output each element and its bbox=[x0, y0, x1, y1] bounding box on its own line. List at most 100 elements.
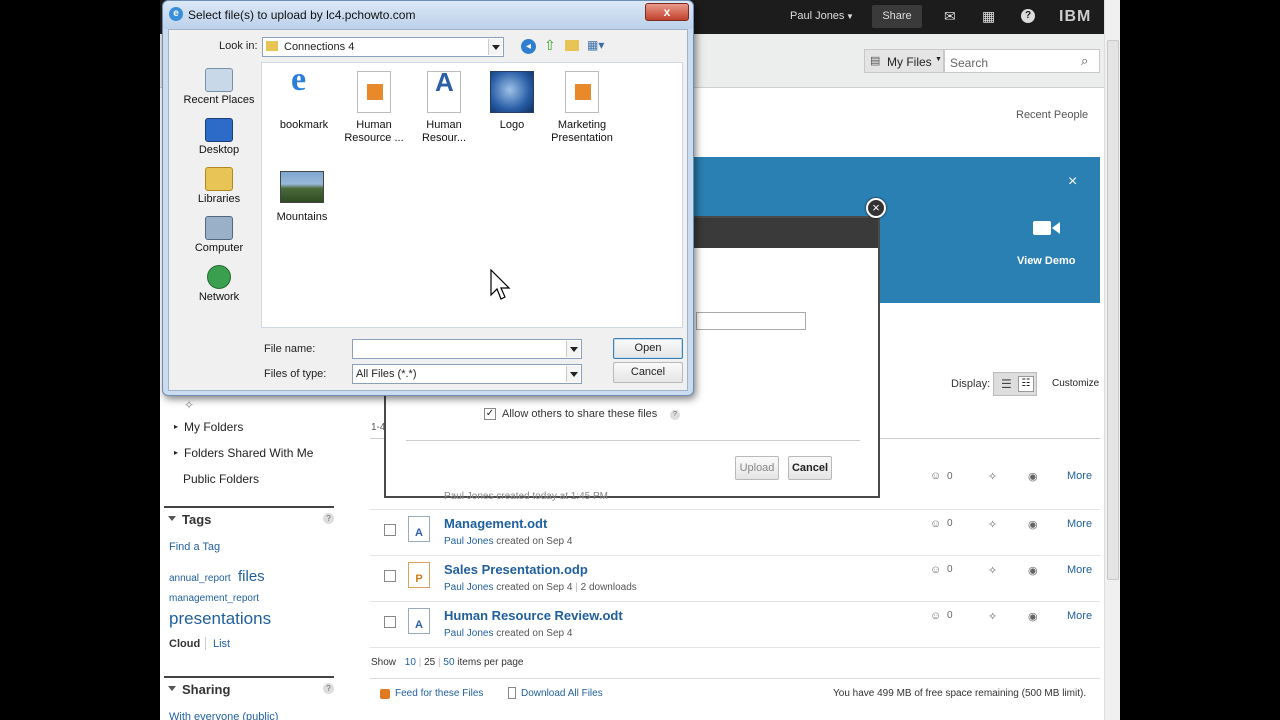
file-name-link[interactable]: Human Resource Review.odt bbox=[444, 608, 623, 623]
upload-button[interactable]: Upload bbox=[735, 456, 779, 480]
tag-link[interactable]: management_report bbox=[169, 593, 259, 604]
pin-icon[interactable]: ✧ bbox=[184, 398, 194, 412]
dialog-title: Select file(s) to upload by lc4.pchowto.… bbox=[188, 8, 416, 22]
author-link[interactable]: Paul Jones bbox=[444, 628, 493, 639]
like-icon[interactable]: ☺ bbox=[930, 518, 941, 530]
my-folders-link[interactable]: My Folders bbox=[184, 420, 243, 434]
like-icon[interactable]: ☺ bbox=[930, 564, 941, 576]
help-icon[interactable]: ? bbox=[323, 683, 334, 694]
list-item[interactable]: Logo bbox=[472, 71, 552, 132]
allow-share-label: Allow others to share these files bbox=[502, 408, 658, 420]
row-checkbox[interactable] bbox=[384, 616, 396, 628]
file-name-input[interactable] bbox=[352, 339, 582, 359]
list-view-icon[interactable]: ☰ bbox=[1001, 377, 1012, 391]
file-name-link[interactable]: Management.odt bbox=[444, 516, 547, 531]
paging-label: Show bbox=[371, 657, 397, 668]
chevron-down-icon[interactable] bbox=[566, 366, 580, 382]
globe-icon: ◉ bbox=[1028, 519, 1038, 531]
customize-link[interactable]: Customize bbox=[1052, 378, 1099, 389]
expand-icon[interactable]: ▸ bbox=[174, 422, 178, 431]
pin-icon[interactable]: ✧ bbox=[988, 518, 997, 531]
cloud-view-link[interactable]: Cloud bbox=[169, 638, 200, 650]
user-menu[interactable]: Paul Jones bbox=[790, 10, 844, 22]
chevron-down-icon[interactable] bbox=[488, 39, 502, 55]
list-item[interactable]: Mountains bbox=[262, 171, 342, 224]
list-item[interactable]: Human Resource ... bbox=[334, 71, 414, 145]
tags-section-header[interactable]: Tags ? bbox=[164, 506, 334, 527]
file-type-select[interactable]: All Files (*.*) bbox=[352, 364, 582, 384]
help-icon[interactable]: ? bbox=[670, 410, 680, 420]
details-view-icon[interactable]: ☷ bbox=[1018, 376, 1034, 392]
share-button[interactable]: Share bbox=[872, 5, 922, 28]
open-button[interactable]: Open bbox=[613, 338, 683, 359]
page-size-25[interactable]: 25 bbox=[424, 657, 435, 668]
view-menu-icon[interactable]: ▦▾ bbox=[587, 38, 604, 52]
display-toggle[interactable]: ☰ ☷ bbox=[993, 372, 1037, 396]
row-checkbox[interactable] bbox=[384, 524, 396, 536]
more-link[interactable]: More bbox=[1067, 470, 1092, 482]
dialog-titlebar[interactable]: e Select file(s) to upload by lc4.pchowt… bbox=[163, 1, 693, 29]
places-desktop[interactable]: Desktop bbox=[174, 118, 264, 156]
list-view-link[interactable]: List bbox=[213, 638, 230, 650]
folders-shared-link[interactable]: Folders Shared With Me bbox=[184, 446, 313, 460]
more-link[interactable]: More bbox=[1067, 518, 1092, 530]
help-icon[interactable]: ? bbox=[323, 513, 334, 524]
download-all-link[interactable]: Download All Files bbox=[521, 688, 603, 699]
close-icon[interactable]: × bbox=[866, 198, 886, 218]
like-count: 0 bbox=[947, 518, 953, 529]
recent-people-link[interactable]: Recent People bbox=[1016, 109, 1088, 121]
author-link[interactable]: Paul Jones bbox=[444, 536, 493, 547]
scrollbar-thumb[interactable] bbox=[1107, 40, 1119, 580]
more-link[interactable]: More bbox=[1067, 610, 1092, 622]
places-computer[interactable]: Computer bbox=[174, 216, 264, 254]
search-box[interactable]: Search ⌕ bbox=[944, 49, 1100, 73]
cancel-button[interactable]: Cancel bbox=[613, 362, 683, 383]
feed-icon bbox=[380, 689, 390, 699]
expand-icon[interactable]: ▸ bbox=[174, 448, 178, 457]
page-size-10[interactable]: 10 bbox=[405, 657, 416, 668]
tag-link[interactable]: annual_report bbox=[169, 573, 231, 584]
pin-icon[interactable]: ✧ bbox=[988, 470, 997, 483]
cancel-button[interactable]: Cancel bbox=[788, 456, 832, 480]
back-icon[interactable]: ◂ bbox=[521, 39, 536, 54]
calendar-icon[interactable]: ▦ bbox=[982, 8, 995, 25]
more-link[interactable]: More bbox=[1067, 564, 1092, 576]
video-camera-icon[interactable] bbox=[1033, 219, 1061, 237]
like-icon[interactable]: ☺ bbox=[930, 610, 941, 622]
view-demo-link[interactable]: View Demo bbox=[1017, 255, 1076, 267]
search-input[interactable]: Search bbox=[950, 56, 988, 70]
chevron-down-icon[interactable] bbox=[566, 341, 580, 357]
upload-field[interactable] bbox=[696, 312, 806, 330]
pin-icon[interactable]: ✧ bbox=[988, 610, 997, 623]
scope-selector[interactable]: ▤ My Files ▼ bbox=[864, 49, 944, 73]
banner-close-icon[interactable]: × bbox=[1068, 173, 1077, 191]
sharing-link[interactable]: With everyone (public) bbox=[169, 711, 278, 720]
allow-share-checkbox[interactable]: ✓ bbox=[484, 408, 496, 420]
mail-icon[interactable]: ✉ bbox=[944, 8, 956, 25]
feed-link[interactable]: Feed for these Files bbox=[395, 688, 483, 699]
search-icon[interactable]: ⌕ bbox=[1081, 53, 1088, 69]
tag-link[interactable]: presentations bbox=[169, 609, 271, 629]
list-item[interactable]: e bookmark bbox=[264, 63, 344, 132]
up-folder-icon[interactable]: ⇧ bbox=[544, 37, 556, 54]
places-libraries[interactable]: Libraries bbox=[174, 167, 264, 205]
like-icon[interactable]: ☺ bbox=[930, 470, 941, 482]
places-network[interactable]: Network bbox=[174, 265, 264, 303]
new-folder-icon[interactable] bbox=[565, 40, 579, 51]
page-scrollbar[interactable] bbox=[1104, 0, 1120, 720]
author-link[interactable]: Paul Jones bbox=[444, 582, 493, 593]
places-recent[interactable]: Recent Places bbox=[174, 68, 264, 106]
row-checkbox[interactable] bbox=[384, 570, 396, 582]
list-item[interactable]: Marketing Presentation bbox=[542, 71, 622, 145]
file-name-link[interactable]: Sales Presentation.odp bbox=[444, 562, 588, 577]
find-tag-link[interactable]: Find a Tag bbox=[169, 541, 220, 553]
paging-suffix: items per page bbox=[457, 657, 524, 668]
tag-link[interactable]: files bbox=[238, 568, 265, 585]
look-in-dropdown[interactable]: Connections 4 bbox=[262, 37, 504, 57]
page-size-50[interactable]: 50 bbox=[443, 657, 454, 668]
public-folders-link[interactable]: Public Folders bbox=[183, 472, 259, 486]
help-icon[interactable]: ? bbox=[1021, 9, 1035, 23]
sharing-section-header[interactable]: Sharing ? bbox=[164, 676, 334, 697]
close-button[interactable]: x bbox=[645, 3, 689, 21]
pin-icon[interactable]: ✧ bbox=[988, 564, 997, 577]
